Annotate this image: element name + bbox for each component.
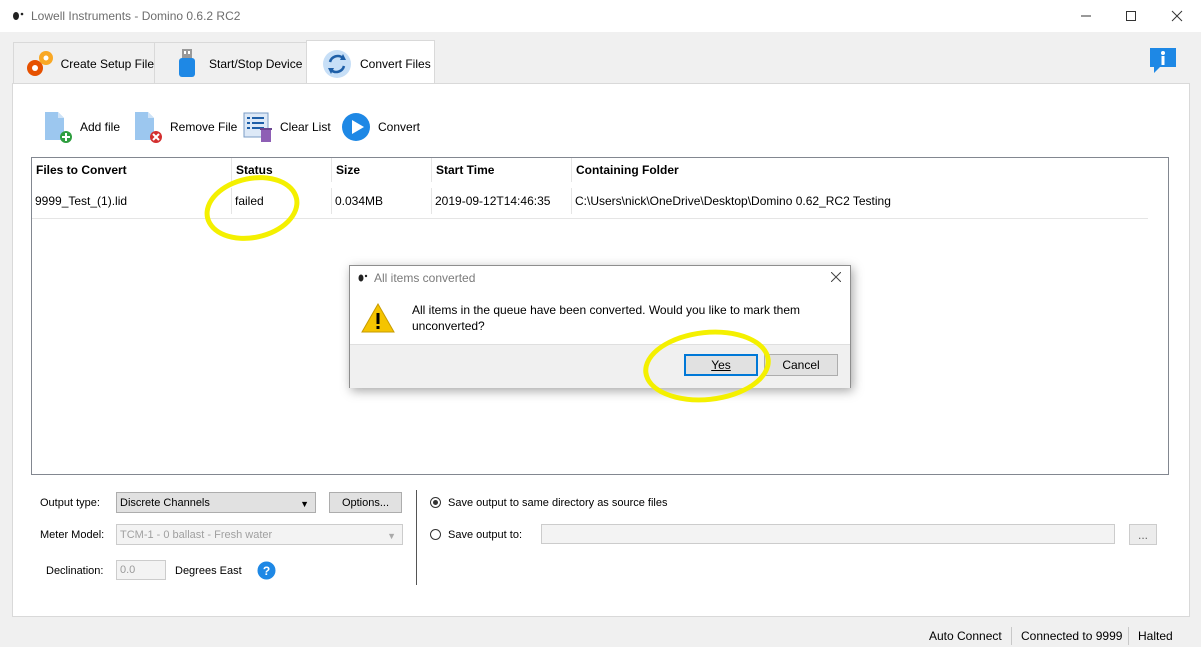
vertical-divider <box>416 490 417 585</box>
declination-input[interactable]: 0.0 <box>116 560 166 580</box>
output-type-label: Output type: <box>40 497 100 509</box>
close-icon <box>1171 10 1183 22</box>
app-logo-icon <box>358 274 368 282</box>
dialog-close-button[interactable] <box>822 266 850 288</box>
save-same-dir-label: Save output to same directory as source … <box>448 497 668 509</box>
col-header-size[interactable]: Size <box>332 158 432 182</box>
status-separator <box>1011 627 1012 645</box>
clear-list-label: Clear List <box>280 120 331 134</box>
clear-list-button[interactable]: Clear List <box>242 110 331 144</box>
declination-unit: Degrees East <box>175 565 242 577</box>
maximize-icon <box>1126 11 1136 21</box>
cancel-button[interactable]: Cancel <box>764 354 838 376</box>
cell-folder: C:\Users\nick\OneDrive\Desktop\Domino 0.… <box>575 194 891 208</box>
minimize-icon <box>1081 15 1091 17</box>
add-file-button[interactable]: Add file <box>42 110 120 144</box>
remove-file-button[interactable]: Remove File <box>132 110 237 144</box>
play-icon <box>342 113 370 141</box>
save-to-path-input[interactable] <box>541 524 1115 544</box>
meter-model-label: Meter Model: <box>40 529 105 541</box>
auto-connect-status[interactable]: Auto Connect <box>929 629 1002 643</box>
tab-label: Create Setup File <box>60 57 154 71</box>
convert-button[interactable]: Convert <box>341 110 420 144</box>
add-file-icon <box>45 112 72 143</box>
cancel-label: Cancel <box>782 358 820 372</box>
remove-file-icon <box>135 112 162 143</box>
options-label: Options... <box>341 496 390 509</box>
usb-icon <box>179 49 195 77</box>
status-separator <box>1128 627 1129 645</box>
tab-label: Start/Stop Device <box>209 57 303 71</box>
dialog-message: All items in the queue have been convert… <box>412 303 800 333</box>
dialog-title: All items converted <box>374 271 476 285</box>
declination-label: Declination: <box>46 565 104 577</box>
close-icon <box>831 272 841 282</box>
title-bar: Lowell Instruments - Domino 0.6.2 RC2 <box>0 0 1201 32</box>
col-header-folder[interactable]: Containing Folder <box>572 158 1148 182</box>
info-button[interactable] <box>1148 45 1178 75</box>
help-icon[interactable]: ? <box>257 561 276 580</box>
gears-icon <box>27 51 53 76</box>
cell-start-time: 2019-09-12T14:46:35 <box>432 188 572 214</box>
options-button[interactable]: Options... <box>329 492 402 513</box>
remove-file-label: Remove File <box>170 120 238 134</box>
app-logo-icon <box>13 12 24 20</box>
svg-text:?: ? <box>263 564 270 578</box>
cell-filename: 9999_Test_(1).lid <box>32 188 232 214</box>
info-icon <box>1150 48 1176 73</box>
close-button[interactable] <box>1154 0 1200 32</box>
device-state-status: Halted <box>1138 629 1173 643</box>
radio-selected-dot <box>433 500 438 505</box>
output-type-value: Discrete Channels <box>120 496 210 509</box>
warning-icon <box>361 303 395 333</box>
dropdown-arrow-icon: ▼ <box>387 531 396 541</box>
browse-button[interactable]: ... <box>1129 524 1157 545</box>
table-row[interactable]: 9999_Test_(1).lid failed 0.034MB 2019-09… <box>32 182 1148 219</box>
tab-convert-files[interactable]: Convert Files <box>306 40 435 86</box>
dialog-footer: Yes Cancel <box>350 344 850 388</box>
tab-create-setup-file[interactable]: Create Setup File <box>13 42 155 85</box>
save-same-dir-radio[interactable] <box>430 497 441 508</box>
save-to-label: Save output to: <box>448 529 522 541</box>
meter-model-value: TCM-1 - 0 ballast - Fresh water <box>120 528 273 541</box>
confirm-dialog: All items converted All items in the que… <box>349 265 851 388</box>
meter-model-select[interactable]: TCM-1 - 0 ballast - Fresh water ▼ <box>116 524 403 545</box>
clear-list-icon <box>243 112 272 142</box>
connection-status: Connected to 9999 <box>1021 629 1123 643</box>
dropdown-arrow-icon: ▼ <box>300 499 309 509</box>
window-title: Lowell Instruments - Domino 0.6.2 RC2 <box>31 9 241 23</box>
save-to-radio[interactable] <box>430 529 441 540</box>
tab-label: Convert Files <box>360 56 431 71</box>
declination-value: 0.0 <box>120 564 136 576</box>
browse-label: ... <box>1137 527 1148 542</box>
output-type-select[interactable]: Discrete Channels ▼ <box>116 492 316 513</box>
col-header-files[interactable]: Files to Convert <box>32 158 232 182</box>
tab-start-stop-device[interactable]: Start/Stop Device <box>154 42 307 85</box>
minimize-button[interactable] <box>1063 0 1109 32</box>
status-bar: Auto Connect Connected to 9999 Halted <box>0 625 1201 647</box>
refresh-icon <box>323 49 351 78</box>
col-header-start-time[interactable]: Start Time <box>432 158 572 182</box>
maximize-button[interactable] <box>1108 0 1154 32</box>
add-file-label: Add file <box>80 120 121 134</box>
convert-label: Convert <box>378 120 421 134</box>
cell-size: 0.034MB <box>332 188 432 214</box>
